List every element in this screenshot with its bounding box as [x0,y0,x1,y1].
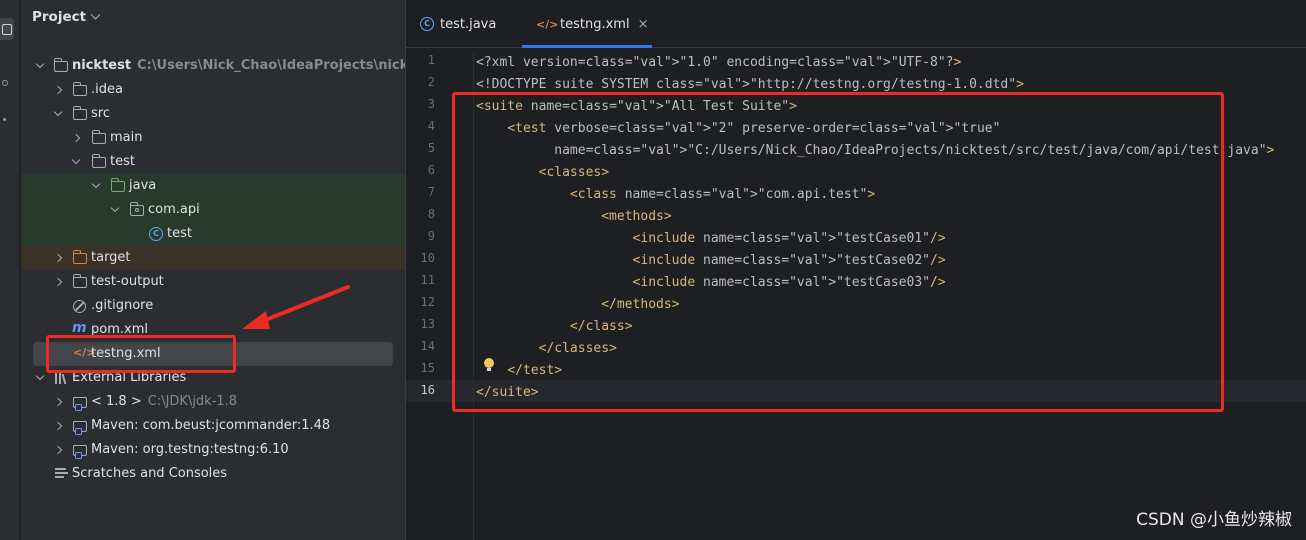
line-number: 5 [427,141,435,155]
tree-item-src[interactable]: src [21,102,405,126]
tree-item-scratches[interactable]: Scratches and Consoles [21,462,405,486]
chevron-down-icon[interactable] [71,155,81,165]
folder-icon [72,274,87,288]
chevron-right-icon[interactable] [53,253,63,263]
chevron-down-icon[interactable] [110,203,120,213]
tree-item-label: com.api [148,202,200,217]
tree-item-label: .idea [91,82,123,97]
tree-item-path: C:\Users\Nick_Chao\IdeaProjects\nicktest [137,58,438,73]
tree-item-label: test-output [91,274,164,289]
chevron-down-icon[interactable] [35,371,45,381]
project-panel-header[interactable]: Project [21,0,405,34]
excluded-folder-icon [72,250,87,264]
chevron-right-icon[interactable] [53,277,63,287]
editor-tabs: C test.java </> testng.xml × [406,0,1306,48]
tree-item-label: main [110,130,143,145]
chevron-right-icon[interactable] [53,421,63,431]
chevron-right-icon[interactable] [53,445,63,455]
chevron-down-icon[interactable] [91,179,101,189]
tree-item-label: Scratches and Consoles [72,466,228,481]
tree-item-nicktest[interactable]: nicktest C:\Users\Nick_Chao\IdeaProjects\… [21,54,437,78]
project-panel: Project nicktest C:\Users\Nick_Chao\IdeaP… [21,0,437,540]
commit-icon[interactable] [2,80,8,86]
chevron-right-icon[interactable] [53,85,63,95]
tab-label: testng.xml [560,16,630,32]
tree-item-label: test [167,226,192,241]
class-icon: C [420,17,434,31]
folder-icon [72,106,87,120]
project-panel-title: Project [32,9,87,25]
chevron-right-icon[interactable] [71,133,81,143]
line-number: 8 [427,207,435,221]
module-folder-icon [53,58,68,72]
tree-item-label: src [91,106,110,121]
xml-icon: </> [536,17,559,31]
line-number: 3 [427,97,435,111]
tree-item-java[interactable]: java [21,174,405,198]
watermark: CSDN @小鱼炒辣椒 [1136,510,1292,530]
more-tools-icon[interactable] [3,118,6,121]
line-number: 15 [420,361,435,375]
test-source-folder-icon [110,178,125,192]
tree-item-idea[interactable]: .idea [21,78,405,102]
folder-icon [72,82,87,96]
chevron-down-icon [90,9,101,20]
line-number: 9 [427,229,435,243]
tree-item-test-folder[interactable]: test [21,150,405,174]
tree-item-jcommander[interactable]: Maven: com.beust:jcommander:1.48 [21,414,405,438]
tree-item-testng-lib[interactable]: Maven: org.testng:testng:6.10 [21,438,405,462]
scratches-icon [55,468,68,479]
project-tree: nicktest C:\Users\Nick_Chao\IdeaProjects\… [21,54,437,486]
tree-item-label: Maven: com.beust:jcommander:1.48 [91,418,331,433]
jdk-icon [73,397,87,411]
ignore-file-icon [73,300,86,313]
tool-window-strip [0,0,20,540]
tree-item-label: test [110,154,135,169]
tab-label: test.java [440,16,497,32]
class-icon: C [149,227,163,241]
line-number: 10 [420,251,435,265]
tab-testng-xml[interactable]: </> testng.xml × [522,0,652,48]
package-icon [129,202,144,216]
annotation-box-code [452,92,1224,412]
tree-item-label: target [91,250,131,265]
library-icon [55,372,68,385]
line-number: 11 [420,273,435,287]
line-number: 12 [420,295,435,309]
annotation-box-testng [46,335,236,373]
library-jar-icon [73,445,87,459]
tree-item-path: C:\JDK\jdk-1.8 [147,394,238,409]
line-number: 14 [420,339,435,353]
line-number: 7 [427,185,435,199]
folder-icon [91,130,106,144]
tree-item-label: .gitignore [91,298,154,313]
tree-item-main[interactable]: main [21,126,405,150]
tree-item-jdk[interactable]: < 1.8 > C:\JDK\jdk-1.8 [21,390,405,414]
annotation-arrow-icon [242,285,350,329]
project-toolwindow-icon[interactable] [0,18,14,40]
tree-item-com-api[interactable]: com.api [21,198,405,222]
line-number: 2 [427,75,435,89]
tree-item-target[interactable]: target [21,246,405,270]
chevron-down-icon[interactable] [35,59,45,69]
library-jar-icon [73,421,87,435]
tree-item-label: nicktest [72,58,132,73]
line-number: 6 [427,163,435,177]
tree-item-test-class[interactable]: C test [21,222,405,246]
folder-icon [91,154,106,168]
line-number-current: 16 [420,383,435,397]
tab-test-java[interactable]: C test.java [406,0,522,48]
line-number: 1 [427,53,435,67]
code-line[interactable]: <?xml version=class="val">"1.0" encoding… [476,52,961,74]
tree-item-label: java [129,178,157,193]
maven-icon: m [72,320,87,336]
chevron-right-icon[interactable] [53,397,63,407]
line-number: 4 [427,119,435,133]
close-icon[interactable]: × [638,17,649,32]
tree-item-label: Maven: org.testng:testng:6.10 [91,442,289,457]
tree-item-label: < 1.8 > [91,394,142,409]
chevron-down-icon[interactable] [53,107,63,117]
line-number: 13 [420,317,435,331]
